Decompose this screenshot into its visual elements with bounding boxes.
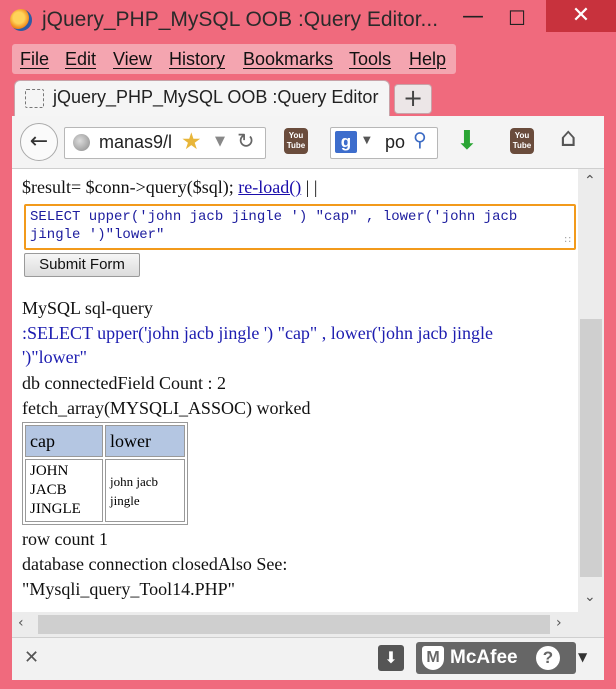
scroll-up-icon[interactable]: ⌃ [584,173,596,189]
echo-query-line: :SELECT upper('john jacb jingle ') "cap"… [22,323,493,343]
minimize-button[interactable]: — [452,4,494,36]
resize-grip-icon[interactable]: ∷ [565,235,571,246]
echo-query-line: ')"lower" [22,347,87,367]
sql-query-heading: MySQL sql-query [22,298,153,318]
page-icon [25,89,44,108]
menu-help[interactable]: Help [409,49,446,70]
table-header: lower [105,425,185,457]
reload-icon[interactable]: ↻ [237,129,255,153]
search-bar[interactable]: g ▼ po ⚲ [330,127,438,159]
close-addon-bar-icon[interactable]: ✕ [24,647,39,668]
search-input[interactable]: po [385,132,405,153]
vertical-scrollbar[interactable]: ⌃ ⌄ [578,169,604,612]
table-header-row: cap lower [25,425,185,457]
youtube-icon[interactable]: You Tube [284,128,308,154]
horizontal-scrollbar[interactable]: ‹ › [12,612,604,637]
search-icon[interactable]: ⚲ [413,129,427,151]
vertical-scroll-thumb[interactable] [580,319,602,577]
url-text: manas9/l [99,132,173,152]
table-cell: JOHN JACB JINGLE [25,459,103,522]
reload-link[interactable]: re-load() [238,177,301,197]
addon-bar: ✕ ⬇ M McAfee ? ▼ [12,637,604,680]
db-connected-text: db connectedField Count : 2 [22,373,226,393]
download-icon[interactable]: ⬇ [378,645,404,671]
youtube-icon[interactable]: You Tube [510,128,534,154]
result-table: cap lower JOHN JACB JINGLE john jacb jin… [22,422,188,525]
scroll-down-icon[interactable]: ⌄ [584,589,596,605]
scroll-left-icon[interactable]: ‹ [18,615,24,631]
url-dropdown-icon[interactable]: ▼ [215,134,225,149]
scroll-right-icon[interactable]: › [556,615,562,631]
back-arrow-icon[interactable]: ← [20,123,58,161]
row-count-text: row count 1 [22,529,108,549]
new-tab-button[interactable]: + [394,84,432,114]
sql-text[interactable]: SELECT upper('john jacb jingle ') "cap" … [30,208,570,244]
menu-edit[interactable]: Edit [65,49,96,70]
sql-textarea[interactable]: SELECT upper('john jacb jingle ') "cap" … [24,204,576,250]
page-content: $result= $conn->query($sql); re-load() |… [12,169,578,612]
fetch-status-text: fetch_array(MYSQLI_ASSOC) worked [22,398,311,418]
mcafee-shield-icon: M [422,646,444,670]
search-engine-dropdown-icon[interactable]: ▼ [363,135,371,146]
globe-icon [73,134,90,151]
table-header: cap [25,425,103,457]
table-row: JOHN JACB JINGLE john jacb jingle [25,459,185,522]
title-bar: jQuery_PHP_MySQL OOB :Query Editor... — … [0,0,616,44]
maximize-button[interactable]: ☐ [496,6,538,38]
home-icon[interactable]: ⌂ [560,123,577,153]
submit-form-button[interactable]: Submit Form [24,253,140,277]
mcafee-button[interactable]: M McAfee ? [416,642,576,674]
menu-file[interactable]: File [20,49,49,70]
download-arrow-icon[interactable]: ⬇ [456,126,478,156]
tab-active[interactable]: jQuery_PHP_MySQL OOB :Query Editor [14,80,390,117]
firefox-logo-icon [10,9,32,31]
menu-view[interactable]: View [113,49,152,70]
mcafee-label: McAfee [450,647,518,668]
close-button[interactable]: ✕ [546,0,616,32]
horizontal-scroll-thumb[interactable] [38,615,550,634]
menu-tools[interactable]: Tools [349,49,391,70]
code-line: $result= $conn->query($sql); re-load() |… [22,177,317,198]
closed-text: database connection closedAlso See: [22,554,288,574]
menu-history[interactable]: History [169,49,225,70]
url-bar[interactable]: manas9/l ★ ▼ ↻ [64,127,266,159]
help-icon[interactable]: ? [536,646,560,670]
see-also-text: "Mysqli_query_Tool14.PHP" [22,579,235,599]
menu-bar: File Edit View History Bookmarks Tools H… [12,44,456,74]
navigation-toolbar: ← manas9/l ★ ▼ ↻ You Tube g ▼ po ⚲ ⬇ You T… [12,116,604,169]
code-text: $result= $conn->query($sql); [22,177,234,197]
bookmark-star-icon[interactable]: ★ [181,129,202,155]
window-title: jQuery_PHP_MySQL OOB :Query Editor... [42,8,439,31]
mcafee-dropdown-icon[interactable]: ▼ [578,650,587,664]
google-icon[interactable]: g [335,131,357,153]
separators: | | [301,177,318,197]
menu-bookmarks[interactable]: Bookmarks [243,49,333,70]
tab-title: jQuery_PHP_MySQL OOB :Query Editor [53,87,379,107]
table-cell: john jacb jingle [105,459,185,522]
